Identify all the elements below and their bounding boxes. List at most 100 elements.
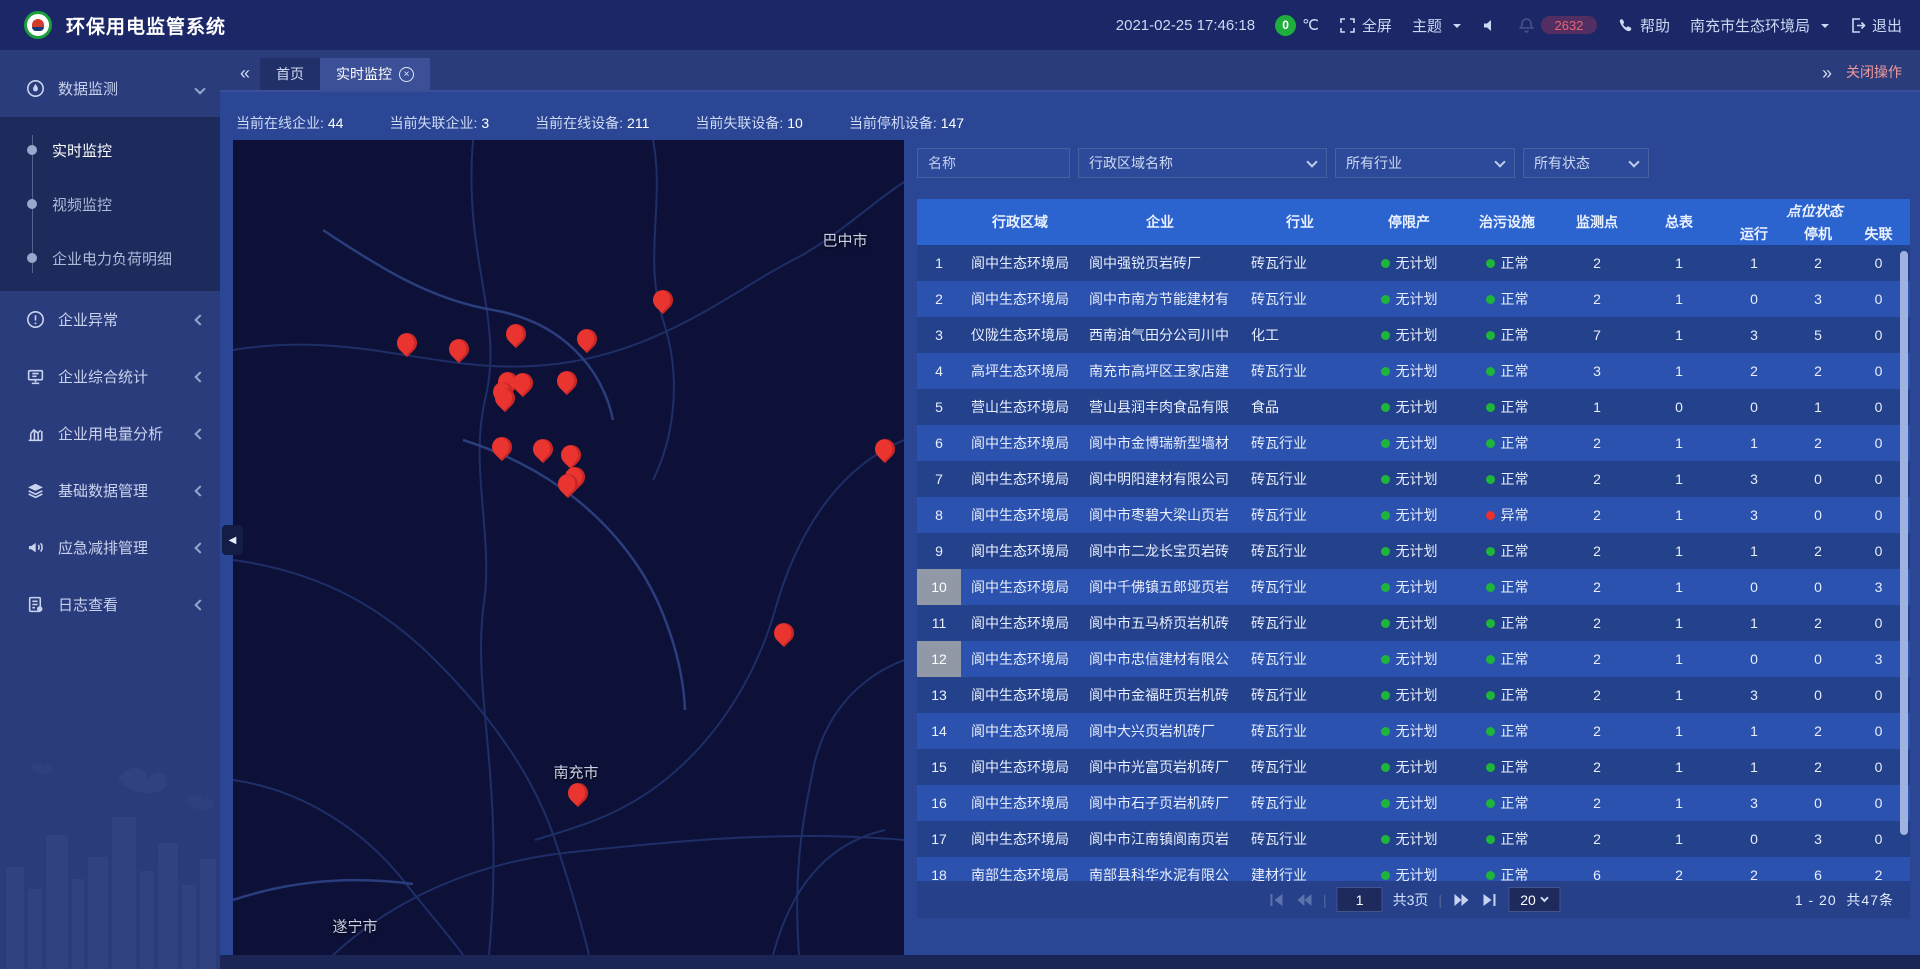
table-row[interactable]: 17阆中生态环境局阆中市江南镇阆南页岩砖瓦行业无计划正常21030 — [917, 821, 1910, 857]
row-index: 18 — [917, 857, 961, 881]
cell-region: 阆中生态环境局 — [961, 685, 1079, 705]
facility-status-label: 正常 — [1501, 291, 1529, 307]
status-dot-green — [1486, 583, 1495, 592]
cell-run: 3 — [1719, 327, 1789, 343]
chevron-down-icon — [1628, 156, 1639, 167]
sidebar-group: 企业异常 — [0, 291, 220, 348]
cell-company: 阆中市光富页岩机砖厂 — [1079, 757, 1241, 777]
sidebar-item-4[interactable]: 基础数据管理 — [0, 462, 220, 519]
gauge-icon — [26, 79, 45, 98]
sidebar-item-label: 数据监测 — [58, 78, 196, 99]
sidebar-item-0[interactable]: 数据监测 — [0, 60, 220, 117]
mute-button[interactable] — [1481, 17, 1498, 34]
fullscreen-button[interactable]: 全屏 — [1339, 15, 1392, 36]
sidebar-subitem-0[interactable]: 实时监控 — [0, 123, 220, 177]
status-dot-green — [1381, 799, 1390, 808]
close-operations-button[interactable]: 关闭操作 — [1838, 62, 1906, 90]
cell-run: 3 — [1719, 687, 1789, 703]
cell-company: 阆中市二龙长宝页岩砖 — [1079, 541, 1241, 561]
table-row[interactable]: 8阆中生态环境局阆中市枣碧大梁山页岩砖瓦行业无计划异常21300 — [917, 497, 1910, 533]
status-filter-select[interactable]: 所有状态 — [1523, 148, 1649, 178]
cell-stop: 0 — [1789, 687, 1847, 703]
page-number-input[interactable] — [1337, 887, 1383, 912]
sidebar-item-3[interactable]: 企业用电量分析 — [0, 405, 220, 462]
sidebar-item-2[interactable]: 企业综合统计 — [0, 348, 220, 405]
table-row[interactable]: 1阆中生态环境局阆中强锐页岩砖厂砖瓦行业无计划正常21120 — [917, 245, 1910, 281]
facility-status-label: 正常 — [1501, 831, 1529, 847]
table-row[interactable]: 12阆中生态环境局阆中市忠信建材有限公砖瓦行业无计划正常21003 — [917, 641, 1910, 677]
logout-button[interactable]: 退出 — [1849, 15, 1902, 36]
cell-facility-status: 正常 — [1459, 685, 1555, 705]
tabs-scroll-right-icon[interactable]: » — [1812, 63, 1838, 90]
facility-status-label: 正常 — [1501, 471, 1529, 487]
column-header: 行业 — [1241, 199, 1359, 245]
table-row[interactable]: 6阆中生态环境局阆中市金博瑞新型墙材砖瓦行业无计划正常21120 — [917, 425, 1910, 461]
first-page-icon[interactable] — [1267, 892, 1285, 908]
column-header: 停限产 — [1359, 199, 1459, 245]
status-dot-green — [1486, 799, 1495, 808]
production-status-label: 无计划 — [1396, 687, 1438, 703]
row-index: 7 — [917, 461, 961, 497]
theme-menu[interactable]: 主题 — [1412, 15, 1461, 36]
status-dot-green — [1486, 547, 1495, 556]
sidebar-item-6[interactable]: 日志查看 — [0, 576, 220, 633]
table-row[interactable]: 13阆中生态环境局阆中市金福旺页岩机砖砖瓦行业无计划正常21300 — [917, 677, 1910, 713]
table-row[interactable]: 14阆中生态环境局阆中大兴页岩机砖厂砖瓦行业无计划正常21120 — [917, 713, 1910, 749]
tab-realtime-monitor[interactable]: 实时监控 × — [320, 58, 430, 90]
sidebar-group: 应急减排管理 — [0, 519, 220, 576]
table-row[interactable]: 4高坪生态环境局南充市高坪区王家店建砖瓦行业无计划正常31220 — [917, 353, 1910, 389]
cell-industry: 砖瓦行业 — [1241, 469, 1359, 489]
stat-item: 当前失联设备:10 — [695, 113, 802, 133]
map-collapse-toggle[interactable]: ◀ — [222, 525, 243, 555]
page-size-select[interactable]: 20 — [1508, 887, 1560, 912]
cell-facility-status: 正常 — [1459, 757, 1555, 777]
cell-production-status: 无计划 — [1359, 685, 1459, 705]
notifications[interactable]: 2632 — [1518, 16, 1597, 34]
sidebar-subitem-2[interactable]: 企业电力负荷明细 — [0, 231, 220, 285]
help-button[interactable]: 帮助 — [1617, 15, 1670, 36]
next-page-icon[interactable] — [1452, 892, 1470, 908]
org-menu[interactable]: 南充市生态环境局 — [1690, 15, 1829, 36]
table-row[interactable]: 18南部生态环境局南部县科华水泥有限公建材行业无计划正常62262 — [917, 857, 1910, 881]
last-page-icon[interactable] — [1480, 892, 1498, 908]
table-row[interactable]: 11阆中生态环境局阆中市五马桥页岩机砖砖瓦行业无计划正常21120 — [917, 605, 1910, 641]
status-dot-green — [1381, 259, 1390, 268]
cell-company: 阆中市江南镇阆南页岩 — [1079, 829, 1241, 849]
name-filter-input[interactable] — [917, 148, 1070, 178]
fullscreen-icon — [1339, 17, 1356, 34]
cell-production-status: 无计划 — [1359, 505, 1459, 525]
table-row[interactable]: 10阆中生态环境局阆中千佛镇五郎垭页岩砖瓦行业无计划正常21003 — [917, 569, 1910, 605]
table-row[interactable]: 9阆中生态环境局阆中市二龙长宝页岩砖砖瓦行业无计划正常21120 — [917, 533, 1910, 569]
chevron-down-icon — [1494, 156, 1505, 167]
sidebar-item-label: 企业用电量分析 — [58, 423, 196, 444]
cell-production-status: 无计划 — [1359, 613, 1459, 633]
table-row[interactable]: 2阆中生态环境局阆中市南方节能建材有砖瓦行业无计划正常21030 — [917, 281, 1910, 317]
cell-total: 1 — [1639, 255, 1719, 271]
production-status-label: 无计划 — [1396, 435, 1438, 451]
prev-page-icon[interactable] — [1295, 892, 1313, 908]
map-panel[interactable]: ◀ 巴中市南充市遂宁市 — [233, 140, 904, 955]
cell-stop: 2 — [1789, 435, 1847, 451]
cell-total: 1 — [1639, 723, 1719, 739]
table-row[interactable]: 7阆中生态环境局阆中明阳建材有限公司砖瓦行业无计划正常21300 — [917, 461, 1910, 497]
table-row[interactable]: 15阆中生态环境局阆中市光富页岩机砖厂砖瓦行业无计划正常21120 — [917, 749, 1910, 785]
cell-run: 1 — [1719, 759, 1789, 775]
sidebar-item-5[interactable]: 应急减排管理 — [0, 519, 220, 576]
sidebar-subitem-1[interactable]: 视频监控 — [0, 177, 220, 231]
column-subheader: 停机 — [1789, 222, 1847, 245]
industry-filter-select[interactable]: 所有行业 — [1335, 148, 1515, 178]
table-row[interactable]: 16阆中生态环境局阆中市石子页岩机砖厂砖瓦行业无计划正常21300 — [917, 785, 1910, 821]
map-city-label: 巴中市 — [822, 230, 867, 251]
table-row[interactable]: 3仪陇生态环境局西南油气田分公司川中化工无计划正常71350 — [917, 317, 1910, 353]
row-index: 10 — [917, 569, 961, 605]
cell-production-status: 无计划 — [1359, 361, 1459, 381]
region-filter-select[interactable]: 行政区域名称 — [1078, 148, 1327, 178]
cell-total: 1 — [1639, 435, 1719, 451]
tabs-scroll-left-icon[interactable]: « — [234, 63, 260, 90]
table-scrollbar[interactable] — [1900, 251, 1908, 835]
sidebar-item-1[interactable]: 企业异常 — [0, 291, 220, 348]
tab-home[interactable]: 首页 — [260, 58, 320, 90]
tab-close-icon[interactable]: × — [399, 67, 414, 82]
table-row[interactable]: 5营山生态环境局营山县润丰肉食品有限食品无计划正常10010 — [917, 389, 1910, 425]
stat-label: 当前在线设备: — [535, 115, 623, 131]
